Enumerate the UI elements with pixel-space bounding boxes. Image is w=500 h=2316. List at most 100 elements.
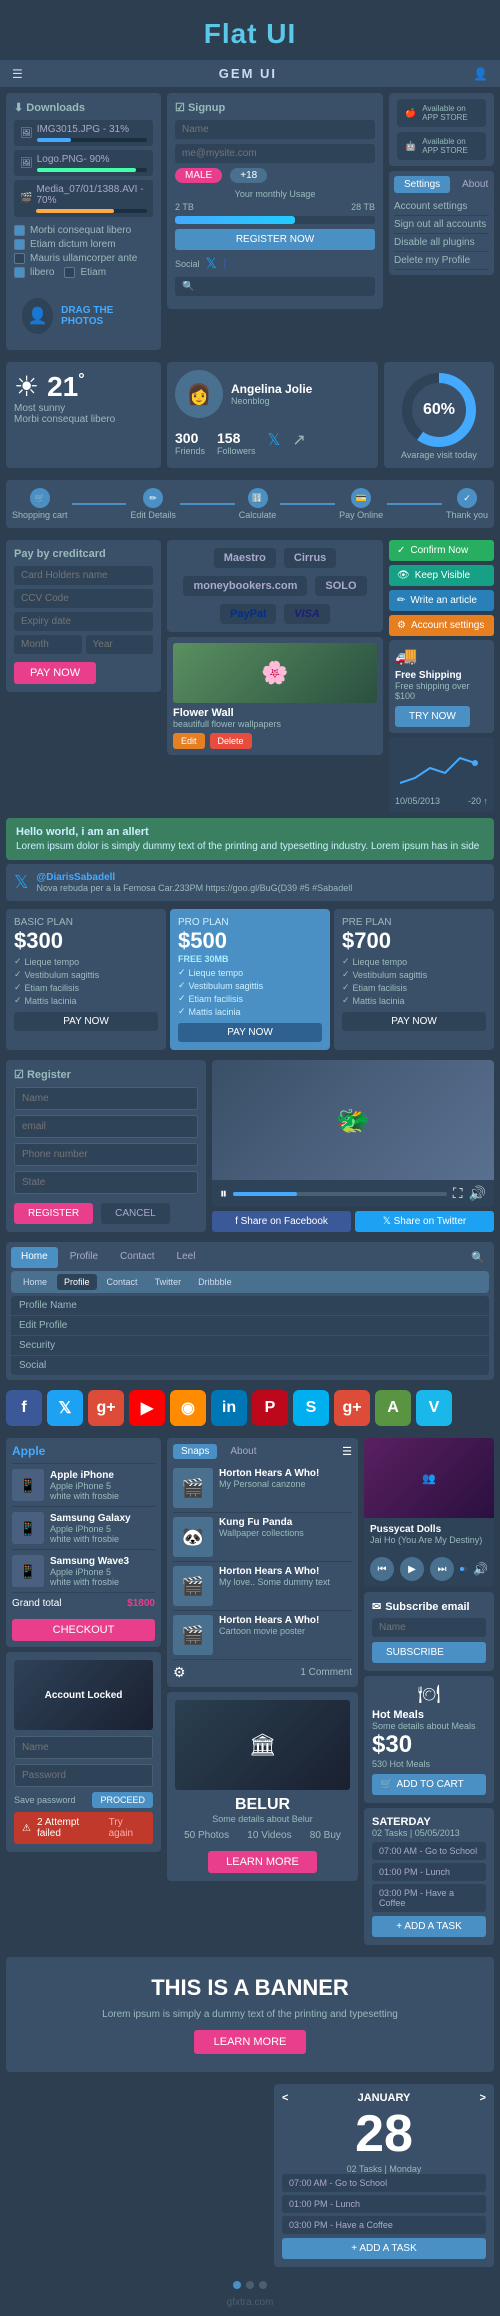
profile-name-item[interactable]: Profile Name	[11, 1296, 489, 1316]
account-settings-button[interactable]: ⚙ Account settings	[389, 615, 494, 636]
plan-buy-button[interactable]: PAY NOW	[342, 1012, 486, 1031]
tab-home[interactable]: Home	[11, 1247, 58, 1268]
register-button[interactable]: REGISTER NOW	[175, 229, 375, 250]
checkbox[interactable]	[14, 253, 25, 264]
about-tab[interactable]: About	[452, 176, 498, 193]
checkbox-item[interactable]: Etiam dictum lorem	[14, 239, 153, 250]
menu-icon[interactable]: ☰	[342, 1445, 352, 1458]
linkedin-button[interactable]: in	[211, 1390, 247, 1426]
keep-visible-button[interactable]: 👁 Keep Visible	[389, 565, 494, 586]
dot-1[interactable]	[233, 2281, 241, 2289]
twitter-button[interactable]: 𝕏	[47, 1390, 83, 1426]
register-submit-button[interactable]: REGISTER	[14, 1203, 93, 1224]
checkbox[interactable]	[14, 239, 25, 250]
stab-contact[interactable]: Contact	[100, 1274, 145, 1290]
learn-more-button[interactable]: LEARN MORE	[194, 2030, 307, 2054]
google2-button[interactable]: g+	[334, 1390, 370, 1426]
appstore-btn1[interactable]: 🍎 Available on APP STORE	[397, 99, 486, 127]
subscribe-input[interactable]	[372, 1618, 486, 1637]
cancel-button[interactable]: CANCEL	[101, 1203, 170, 1224]
about-tab[interactable]: About	[222, 1444, 264, 1459]
ccv-input[interactable]	[14, 589, 153, 608]
locked-password-input[interactable]	[14, 1764, 153, 1787]
twitter-icon[interactable]: 𝕏	[206, 255, 217, 272]
reg-email-input[interactable]	[14, 1115, 198, 1138]
hamburger-icon[interactable]: ☰	[12, 67, 23, 81]
step-2[interactable]: ✏ Edit Details	[130, 488, 176, 520]
male-radio[interactable]: MALE	[175, 168, 222, 183]
confirm-now-button[interactable]: ✓ Confirm Now	[389, 540, 494, 561]
female-radio[interactable]: +18	[230, 168, 267, 183]
next-button[interactable]: ⏭	[430, 1557, 454, 1581]
skype-button[interactable]: S	[293, 1390, 329, 1426]
subscribe-button[interactable]: SUBSCRIBE	[372, 1642, 486, 1663]
tab-profile[interactable]: Profile	[60, 1247, 108, 1268]
social-item[interactable]: Social	[11, 1356, 489, 1375]
appstore-btn2[interactable]: 🤖 Available on APP STORE	[397, 132, 486, 160]
reg-phone-input[interactable]	[14, 1143, 198, 1166]
write-article-button[interactable]: ✏ Write an article	[389, 590, 494, 611]
checkbox[interactable]	[64, 267, 75, 278]
cal-next-button[interactable]: >	[480, 2092, 486, 2104]
stab-dribbble[interactable]: Dribbble	[191, 1274, 239, 1290]
add-task-button[interactable]: + ADD A TASK	[282, 2238, 486, 2259]
step-5[interactable]: ✓ Thank you	[446, 488, 488, 520]
plan-buy-button[interactable]: PAY NOW	[14, 1012, 158, 1031]
search-input[interactable]	[175, 277, 375, 296]
vimeo-button[interactable]: V	[416, 1390, 452, 1426]
step-1[interactable]: 🛒 Shopping cart	[12, 488, 68, 520]
reg-state-input[interactable]	[14, 1171, 198, 1194]
fullscreen-icon[interactable]: ⛶	[453, 1185, 463, 1202]
tripadvisor-button[interactable]: A	[375, 1390, 411, 1426]
account-settings-item[interactable]: Account settings	[394, 198, 489, 216]
dot-2[interactable]	[246, 2281, 254, 2289]
volume-icon[interactable]: 🔊	[473, 1562, 488, 1576]
security-item[interactable]: Security	[11, 1336, 489, 1356]
stab-home[interactable]: Home	[16, 1274, 54, 1290]
year-input[interactable]	[86, 635, 154, 654]
checkout-button[interactable]: CHECKOUT	[12, 1619, 155, 1641]
add-to-cart-button[interactable]: 🛒 ADD TO CART	[372, 1774, 486, 1795]
reg-name-input[interactable]	[14, 1087, 198, 1110]
cal-prev-button[interactable]: <	[282, 2092, 288, 2104]
step-3[interactable]: 🔢 Calculate	[239, 488, 277, 520]
stab-profile[interactable]: Profile	[57, 1274, 97, 1290]
pay-now-button[interactable]: PAY NOW	[14, 662, 96, 684]
learn-more-button[interactable]: LEARN MORE	[208, 1851, 317, 1873]
email-input[interactable]	[175, 144, 375, 163]
music-progress-bar[interactable]	[460, 1567, 467, 1571]
name-input[interactable]	[175, 120, 375, 139]
sign-out-item[interactable]: Sign out all accounts	[394, 216, 489, 234]
checkbox-item[interactable]: Etiam	[64, 267, 106, 278]
tab-leel[interactable]: Leel	[167, 1247, 206, 1268]
drag-photos-area[interactable]: 👤 DRAG THE PHOTOS	[14, 290, 153, 342]
search-icon[interactable]: 🔍	[467, 1247, 489, 1268]
rss-button[interactable]: ◉	[170, 1390, 206, 1426]
disable-plugins-item[interactable]: Disable all plugins	[394, 234, 489, 252]
plan-buy-button[interactable]: PAY NOW	[178, 1023, 322, 1042]
play-button[interactable]: ▶	[400, 1557, 424, 1581]
checkbox-item[interactable]: libero	[14, 267, 54, 278]
share-facebook-button[interactable]: f Share on Facebook	[212, 1211, 351, 1232]
video-progress-bar[interactable]	[233, 1192, 447, 1196]
user-icon[interactable]: 👤	[473, 67, 488, 81]
proceed-button[interactable]: PROCEED	[92, 1792, 153, 1808]
volume-icon[interactable]: 🔊	[469, 1185, 486, 1202]
edit-button[interactable]: Edit	[173, 733, 205, 749]
checkbox[interactable]	[14, 225, 25, 236]
edit-profile-item[interactable]: Edit Profile	[11, 1316, 489, 1336]
settings-icon[interactable]: ⚙	[173, 1664, 186, 1681]
pause-icon[interactable]: ⏸	[220, 1185, 227, 1202]
checkbox-item[interactable]: Mauris ullamcorper ante	[14, 253, 153, 264]
share-icon[interactable]: ↗	[292, 430, 305, 456]
step-4[interactable]: 💳 Pay Online	[339, 488, 383, 520]
twitter-icon[interactable]: 𝕏	[268, 430, 281, 456]
prev-button[interactable]: ⏮	[370, 1557, 394, 1581]
tab-contact[interactable]: Contact	[110, 1247, 164, 1268]
month-input[interactable]	[14, 635, 82, 654]
facebook-button[interactable]: f	[6, 1390, 42, 1426]
expiry-input[interactable]	[14, 612, 153, 631]
youtube-button[interactable]: ▶	[129, 1390, 165, 1426]
add-task-button[interactable]: + ADD A TASK	[372, 1916, 486, 1937]
snaps-tab[interactable]: Snaps	[173, 1444, 217, 1459]
